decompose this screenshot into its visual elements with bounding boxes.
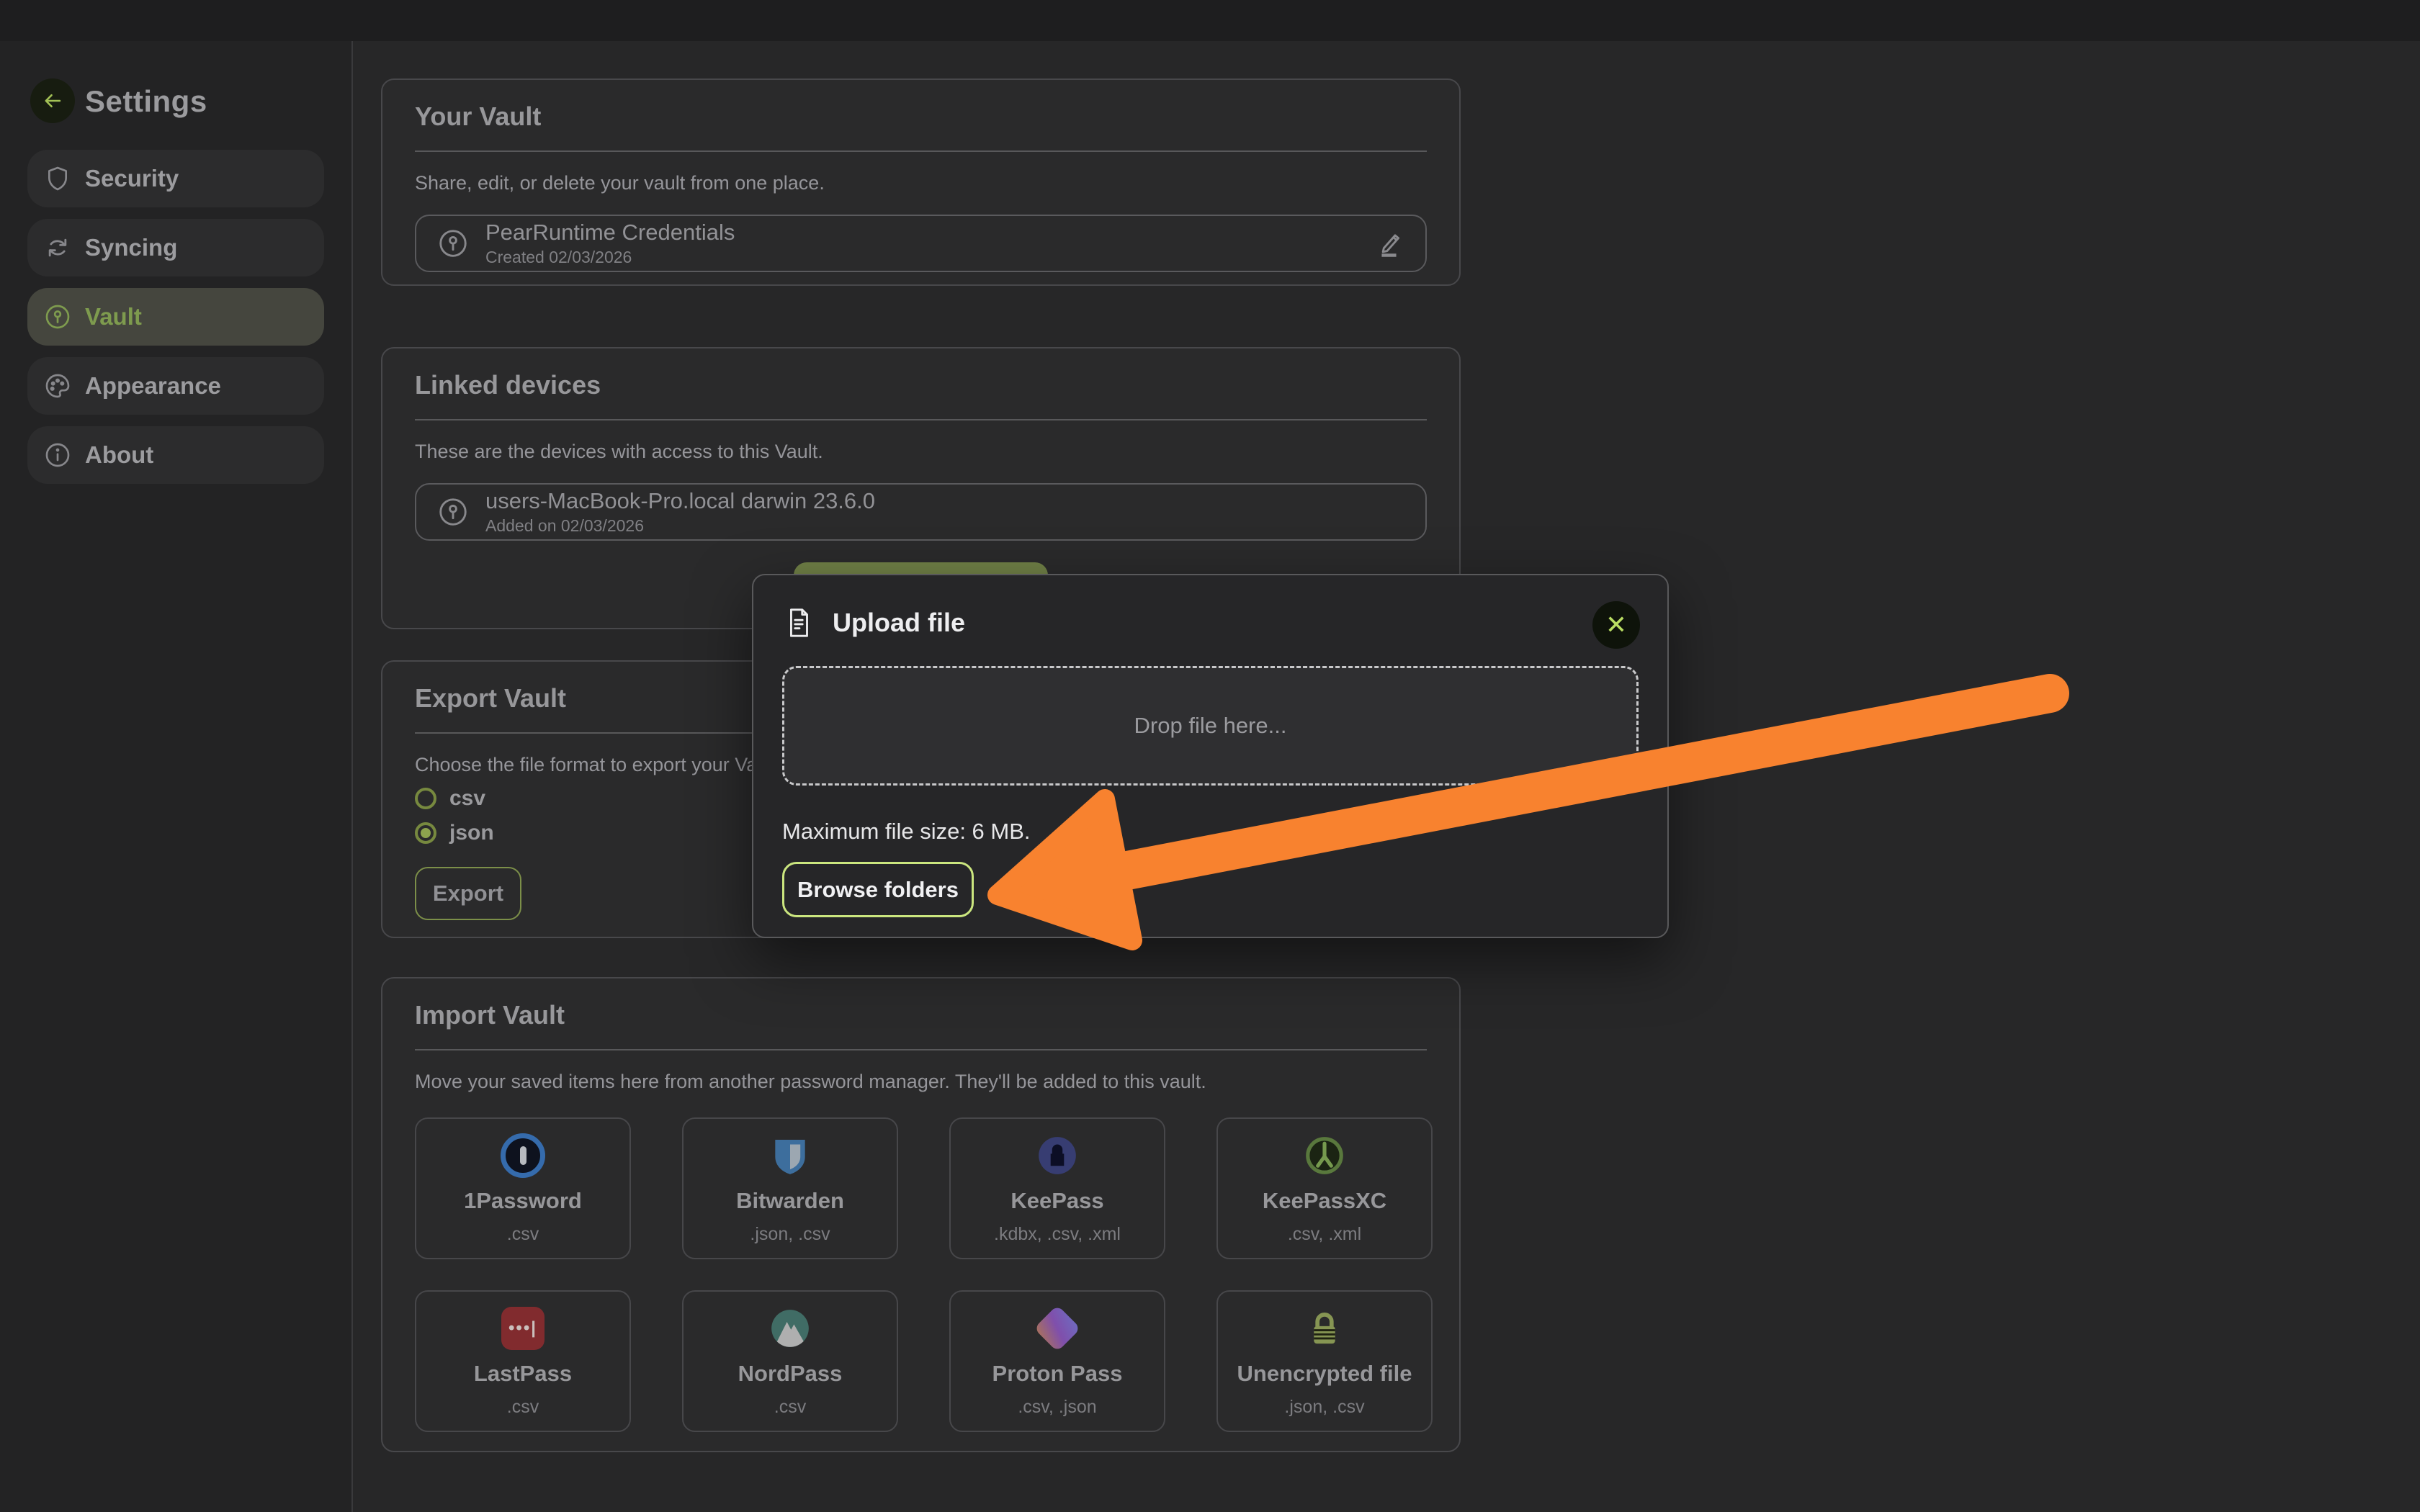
import-vault-card: Import Vault Move your saved items here … bbox=[381, 977, 1461, 1452]
max-file-size-text: Maximum file size: 6 MB. bbox=[782, 819, 1639, 845]
import-tile-keepass[interactable]: KeePass .kdbx, .csv, .xml bbox=[949, 1117, 1165, 1259]
bitwarden-icon bbox=[768, 1132, 812, 1179]
radio-selected-icon bbox=[415, 822, 436, 844]
import-tile-keepassxc[interactable]: KeePassXC .csv, .xml bbox=[1216, 1117, 1433, 1259]
key-icon bbox=[436, 495, 470, 528]
divider bbox=[415, 419, 1427, 420]
key-icon bbox=[43, 302, 72, 331]
card-description: Share, edit, or delete your vault from o… bbox=[415, 172, 1427, 194]
vault-created-date: Created 02/03/2026 bbox=[485, 248, 735, 267]
settings-sidebar: Settings Security Syncing Vault Appearan… bbox=[0, 41, 353, 1512]
upload-file-modal: Upload file ✕ Drop file here... Maximum … bbox=[752, 574, 1669, 938]
modal-header: Upload file ✕ bbox=[782, 604, 1639, 642]
close-icon[interactable]: ✕ bbox=[1592, 601, 1640, 649]
radio-icon bbox=[415, 788, 436, 809]
sidebar-item-label: Vault bbox=[85, 303, 142, 330]
sidebar-item-label: Security bbox=[85, 165, 179, 192]
sidebar-item-about[interactable]: About bbox=[27, 426, 324, 484]
browse-folders-button[interactable]: Browse folders bbox=[782, 862, 974, 917]
card-title: Your Vault bbox=[415, 102, 1427, 132]
divider bbox=[415, 150, 1427, 152]
settings-nav: Security Syncing Vault Appearance About bbox=[27, 150, 324, 495]
sidebar-item-label: About bbox=[85, 441, 153, 469]
dropzone-hint: Drop file here... bbox=[1134, 713, 1287, 739]
edit-vault-button[interactable] bbox=[1372, 227, 1405, 260]
import-tile-nordpass[interactable]: NordPass .csv bbox=[682, 1290, 898, 1432]
pencil-icon bbox=[1372, 227, 1405, 260]
card-title: Import Vault bbox=[415, 1000, 1427, 1030]
file-dropzone[interactable]: Drop file here... bbox=[782, 666, 1639, 786]
unencrypted-file-icon bbox=[1302, 1305, 1347, 1352]
device-row[interactable]: users-MacBook-Pro.local darwin 23.6.0 Ad… bbox=[415, 483, 1427, 541]
document-icon bbox=[782, 604, 815, 642]
card-title: Linked devices bbox=[415, 370, 1427, 400]
import-provider-grid: 1Password .csv Bitwarden .json, .csv Kee… bbox=[415, 1117, 1427, 1432]
keepass-icon bbox=[1035, 1132, 1080, 1179]
vault-name: PearRuntime Credentials bbox=[485, 220, 735, 246]
window-titlebar bbox=[0, 0, 2420, 41]
sidebar-item-label: Appearance bbox=[85, 372, 221, 400]
import-tile-bitwarden[interactable]: Bitwarden .json, .csv bbox=[682, 1117, 898, 1259]
export-button[interactable]: Export bbox=[415, 867, 521, 920]
1password-icon bbox=[501, 1132, 545, 1179]
import-tile-lastpass[interactable]: •••| LastPass .csv bbox=[415, 1290, 631, 1432]
sidebar-item-security[interactable]: Security bbox=[27, 150, 324, 207]
your-vault-card: Your Vault Share, edit, or delete your v… bbox=[381, 78, 1461, 286]
protonpass-icon bbox=[1041, 1305, 1074, 1352]
lastpass-icon: •••| bbox=[501, 1305, 544, 1352]
sidebar-item-vault[interactable]: Vault bbox=[27, 288, 324, 346]
import-tile-unencrypted-file[interactable]: Unencrypted file .json, .csv bbox=[1216, 1290, 1433, 1432]
sidebar-item-label: Syncing bbox=[85, 234, 177, 261]
info-icon bbox=[43, 441, 72, 469]
sidebar-item-syncing[interactable]: Syncing bbox=[27, 219, 324, 276]
device-name: users-MacBook-Pro.local darwin 23.6.0 bbox=[485, 488, 875, 514]
device-added-date: Added on 02/03/2026 bbox=[485, 516, 875, 536]
shield-icon bbox=[43, 164, 72, 193]
arrow-left-icon bbox=[40, 89, 65, 113]
card-description: These are the devices with access to thi… bbox=[415, 441, 1427, 463]
import-tile-protonpass[interactable]: Proton Pass .csv, .json bbox=[949, 1290, 1165, 1432]
sync-icon bbox=[43, 233, 72, 262]
sidebar-item-appearance[interactable]: Appearance bbox=[27, 357, 324, 415]
keepassxc-icon bbox=[1302, 1132, 1347, 1179]
card-description: Move your saved items here from another … bbox=[415, 1071, 1427, 1093]
palette-icon bbox=[43, 372, 72, 400]
nordpass-icon bbox=[768, 1305, 812, 1352]
page-title: Settings bbox=[85, 84, 207, 119]
divider bbox=[415, 1049, 1427, 1050]
modal-title: Upload file bbox=[833, 608, 965, 638]
vault-row[interactable]: PearRuntime Credentials Created 02/03/20… bbox=[415, 215, 1427, 272]
import-tile-1password[interactable]: 1Password .csv bbox=[415, 1117, 631, 1259]
back-button[interactable] bbox=[30, 78, 75, 123]
key-icon bbox=[436, 227, 470, 260]
